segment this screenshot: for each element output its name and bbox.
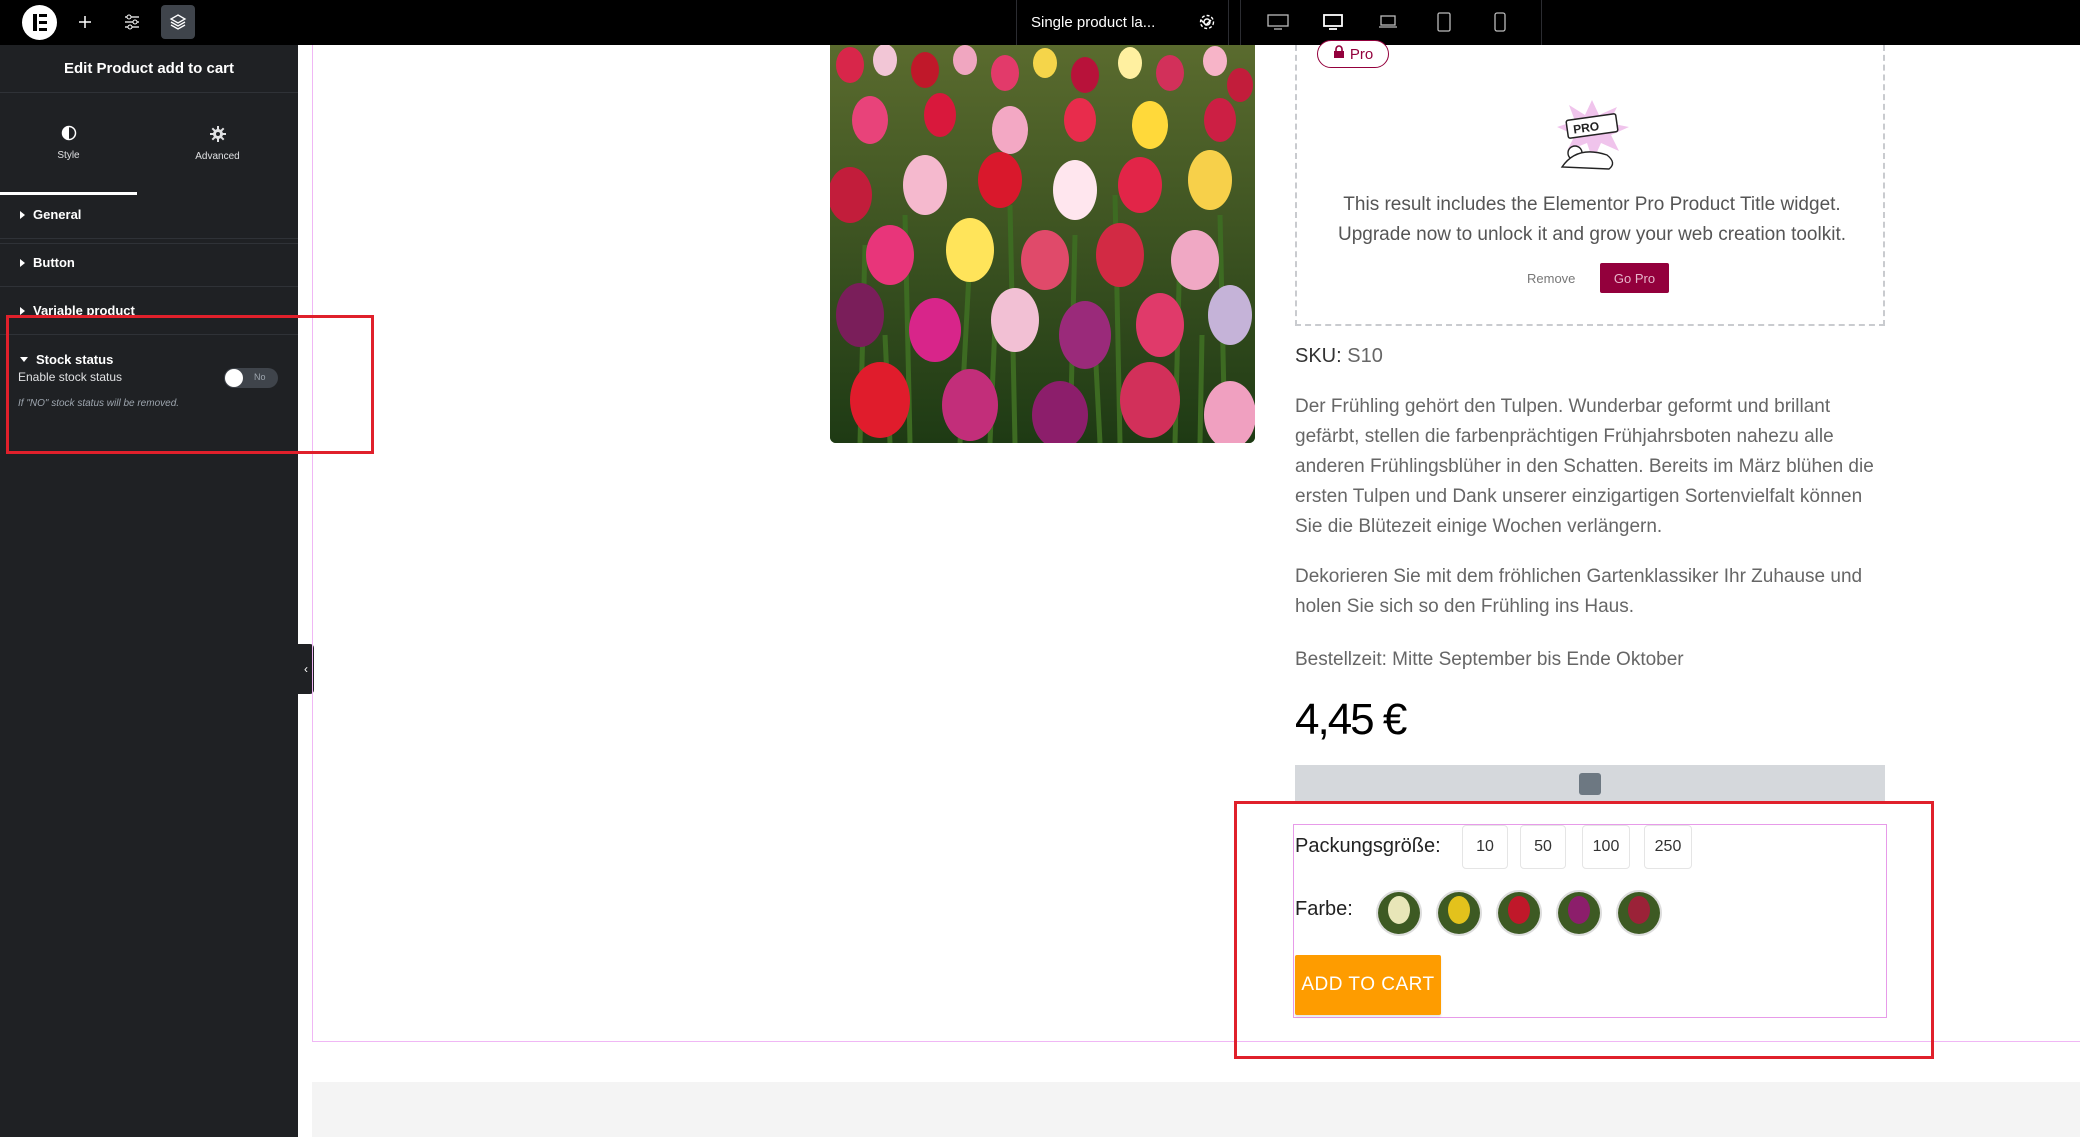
highlight-add-to-cart (1234, 801, 1934, 1059)
product-image (830, 45, 1255, 443)
top-bar: Single product la... (0, 0, 2080, 45)
desktop-icon[interactable] (1316, 5, 1350, 39)
pro-notice-line-2: Upgrade now to unlock it and grow your w… (1338, 224, 1846, 245)
pro-notice-line-1: This result includes the Elementor Pro P… (1343, 194, 1841, 215)
tablet-icon[interactable] (1427, 5, 1461, 39)
structure-layers-icon[interactable] (161, 5, 195, 39)
lock-icon (1333, 45, 1345, 63)
chevron-left-icon: ‹ (304, 662, 308, 676)
product-description-2: Dekorieren Sie mit dem fröhlichen Garten… (1295, 566, 1863, 617)
editor-panel: Edit Product add to cart Style Advanced … (0, 45, 298, 1137)
sku-label: SKU: (1295, 345, 1342, 367)
elementor-logo-icon[interactable] (22, 5, 57, 40)
product-sku: SKU: S10 (1295, 345, 1383, 368)
device-switcher (1240, 0, 1542, 45)
mobile-icon[interactable] (1483, 5, 1517, 39)
panel-tabs: Style Advanced (0, 93, 298, 244)
product-description-1: Der Frühling gehört den Tulpen. Wunderba… (1295, 396, 1874, 537)
section-button[interactable]: Button (0, 239, 298, 287)
next-section (312, 1082, 2080, 1137)
product-price: 4,45 € (1295, 695, 1407, 744)
pro-notice-text: This result includes the Elementor Pro P… (1297, 190, 1887, 250)
section-general[interactable]: General (0, 191, 298, 239)
sku-value: S10 (1347, 345, 1383, 367)
gear-icon (209, 126, 226, 145)
product-description-3: Bestellzeit: Mitte September bis Ende Ok… (1295, 649, 1684, 670)
section-button-label: Button (33, 255, 75, 270)
panel-title: Edit Product add to cart (0, 45, 298, 93)
gear-icon[interactable] (1190, 5, 1224, 39)
section-general-label: General (33, 207, 82, 222)
pro-illustration-icon: PRO (1547, 95, 1637, 173)
highlight-stock-status (6, 315, 374, 454)
tab-style[interactable]: Style (0, 93, 137, 195)
pro-badge: Pro (1317, 40, 1389, 68)
page-select-label: Single product la... (1031, 14, 1156, 31)
settings-sliders-icon[interactable] (115, 5, 149, 39)
caret-right-icon (20, 258, 25, 267)
laptop-icon[interactable] (1371, 5, 1405, 39)
caret-right-icon (20, 210, 25, 219)
remove-button[interactable]: Remove (1527, 271, 1575, 286)
tab-advanced[interactable]: Advanced (149, 93, 286, 195)
pro-upgrade-notice: Pro PRO This result includes the Element… (1295, 40, 1887, 326)
widget-icon (1579, 773, 1601, 795)
widescreen-icon[interactable] (1261, 5, 1295, 39)
go-pro-button[interactable]: Go Pro (1600, 263, 1669, 293)
contrast-icon (61, 125, 77, 144)
pro-badge-label: Pro (1349, 45, 1374, 63)
add-icon[interactable] (68, 5, 102, 39)
tab-style-label: Style (57, 149, 80, 161)
widget-placeholder-bar (1295, 765, 1885, 803)
tab-advanced-label: Advanced (195, 151, 240, 162)
caret-right-icon (20, 306, 25, 315)
